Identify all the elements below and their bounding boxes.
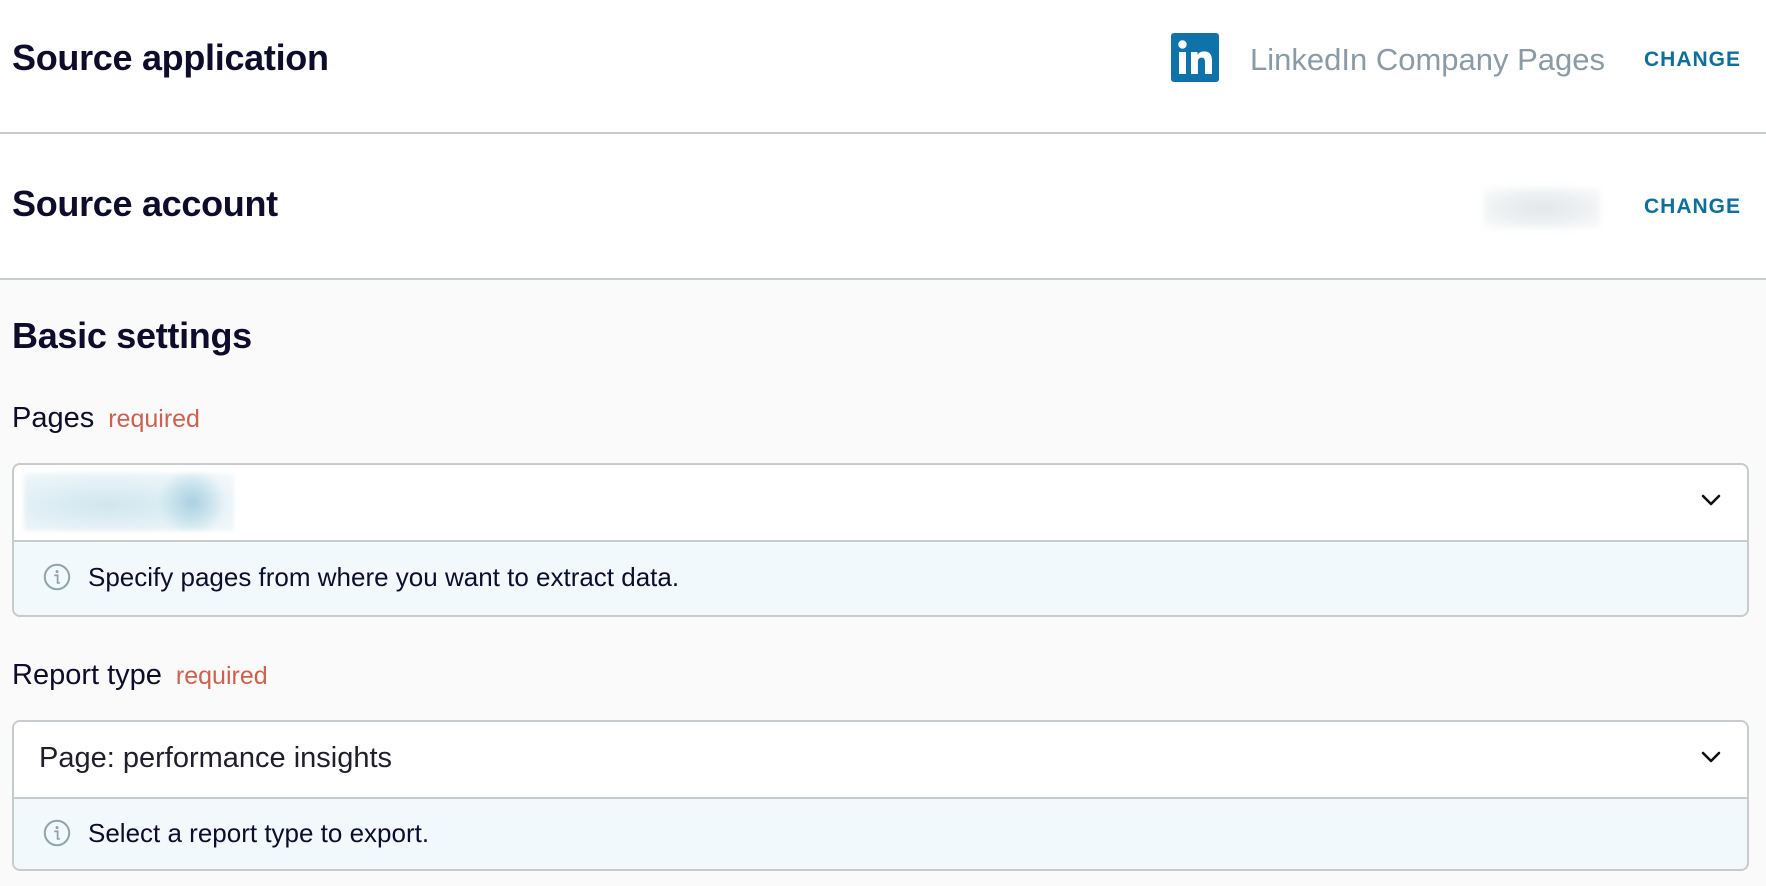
source-account-title: Source account — [12, 183, 278, 224]
change-source-account-button[interactable]: CHANGE — [1644, 196, 1741, 217]
report-type-helper: Select a report type to export. — [14, 799, 1747, 869]
change-source-application-button[interactable]: CHANGE — [1644, 49, 1741, 70]
report-type-helper-text: Select a report type to export. — [88, 818, 430, 848]
report-type-required-badge: required — [175, 662, 268, 690]
pages-required-badge: required — [108, 405, 200, 433]
basic-settings-title: Basic settings — [12, 315, 252, 356]
info-icon — [43, 819, 71, 847]
report-type-field: Page: performance insights Select a repo… — [12, 720, 1749, 871]
report-type-label: Report type required — [12, 661, 268, 690]
divider — [0, 278, 1766, 280]
info-icon — [43, 563, 71, 591]
pages-label: Pages required — [12, 404, 200, 433]
pages-helper-text: Specify pages from where you want to ext… — [88, 562, 680, 592]
chevron-down-icon[interactable] — [1700, 492, 1722, 508]
pages-select[interactable] — [14, 465, 1747, 542]
pages-label-text: Pages — [12, 402, 95, 434]
pages-selected-value-redacted — [24, 473, 234, 531]
report-type-value: Page: performance insights — [39, 742, 393, 774]
divider — [0, 132, 1766, 134]
source-app-name: LinkedIn Company Pages — [1250, 42, 1606, 77]
pages-field: Specify pages from where you want to ext… — [12, 463, 1749, 617]
pages-helper: Specify pages from where you want to ext… — [14, 542, 1747, 614]
report-type-label-text: Report type — [12, 659, 162, 691]
linkedin-icon — [1171, 33, 1219, 82]
report-type-select[interactable]: Page: performance insights — [14, 722, 1747, 799]
chevron-down-icon[interactable] — [1700, 749, 1722, 765]
source-application-title: Source application — [12, 37, 329, 78]
source-account-value-redacted — [1484, 188, 1600, 228]
